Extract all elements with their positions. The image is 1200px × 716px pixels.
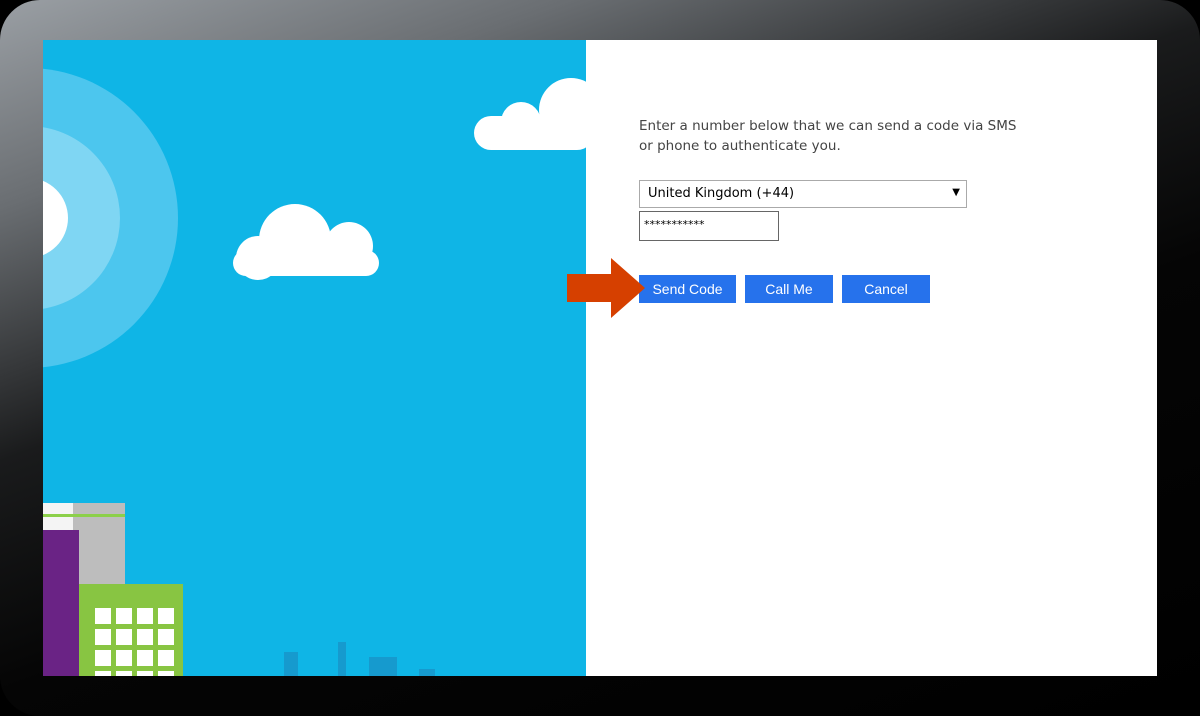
building-white xyxy=(43,503,75,533)
country-select-value: United Kingdom (+44) xyxy=(648,186,795,201)
phone-number-input[interactable]: *********** xyxy=(639,211,779,241)
instruction-text: Enter a number below that we can send a … xyxy=(639,118,1017,154)
verification-form: Enter a number below that we can send a … xyxy=(639,116,1059,303)
illustration-panel xyxy=(43,40,586,676)
country-select[interactable]: United Kingdom (+44) ▼ xyxy=(639,180,967,208)
building-purple xyxy=(43,530,79,676)
skyline-distant xyxy=(284,642,435,676)
call-me-button[interactable]: Call Me xyxy=(745,275,833,303)
chevron-down-icon: ▼ xyxy=(952,187,960,198)
city-illustration xyxy=(43,68,586,676)
cancel-button[interactable]: Cancel xyxy=(842,275,930,303)
building-green xyxy=(79,584,183,676)
send-code-button[interactable]: Send Code xyxy=(639,275,736,303)
screen: Enter a number below that we can send a … xyxy=(43,40,1157,676)
arrow-right-icon xyxy=(567,258,645,318)
cloud-small xyxy=(233,204,379,280)
building-gray xyxy=(73,503,125,588)
cloud-large xyxy=(474,78,586,150)
